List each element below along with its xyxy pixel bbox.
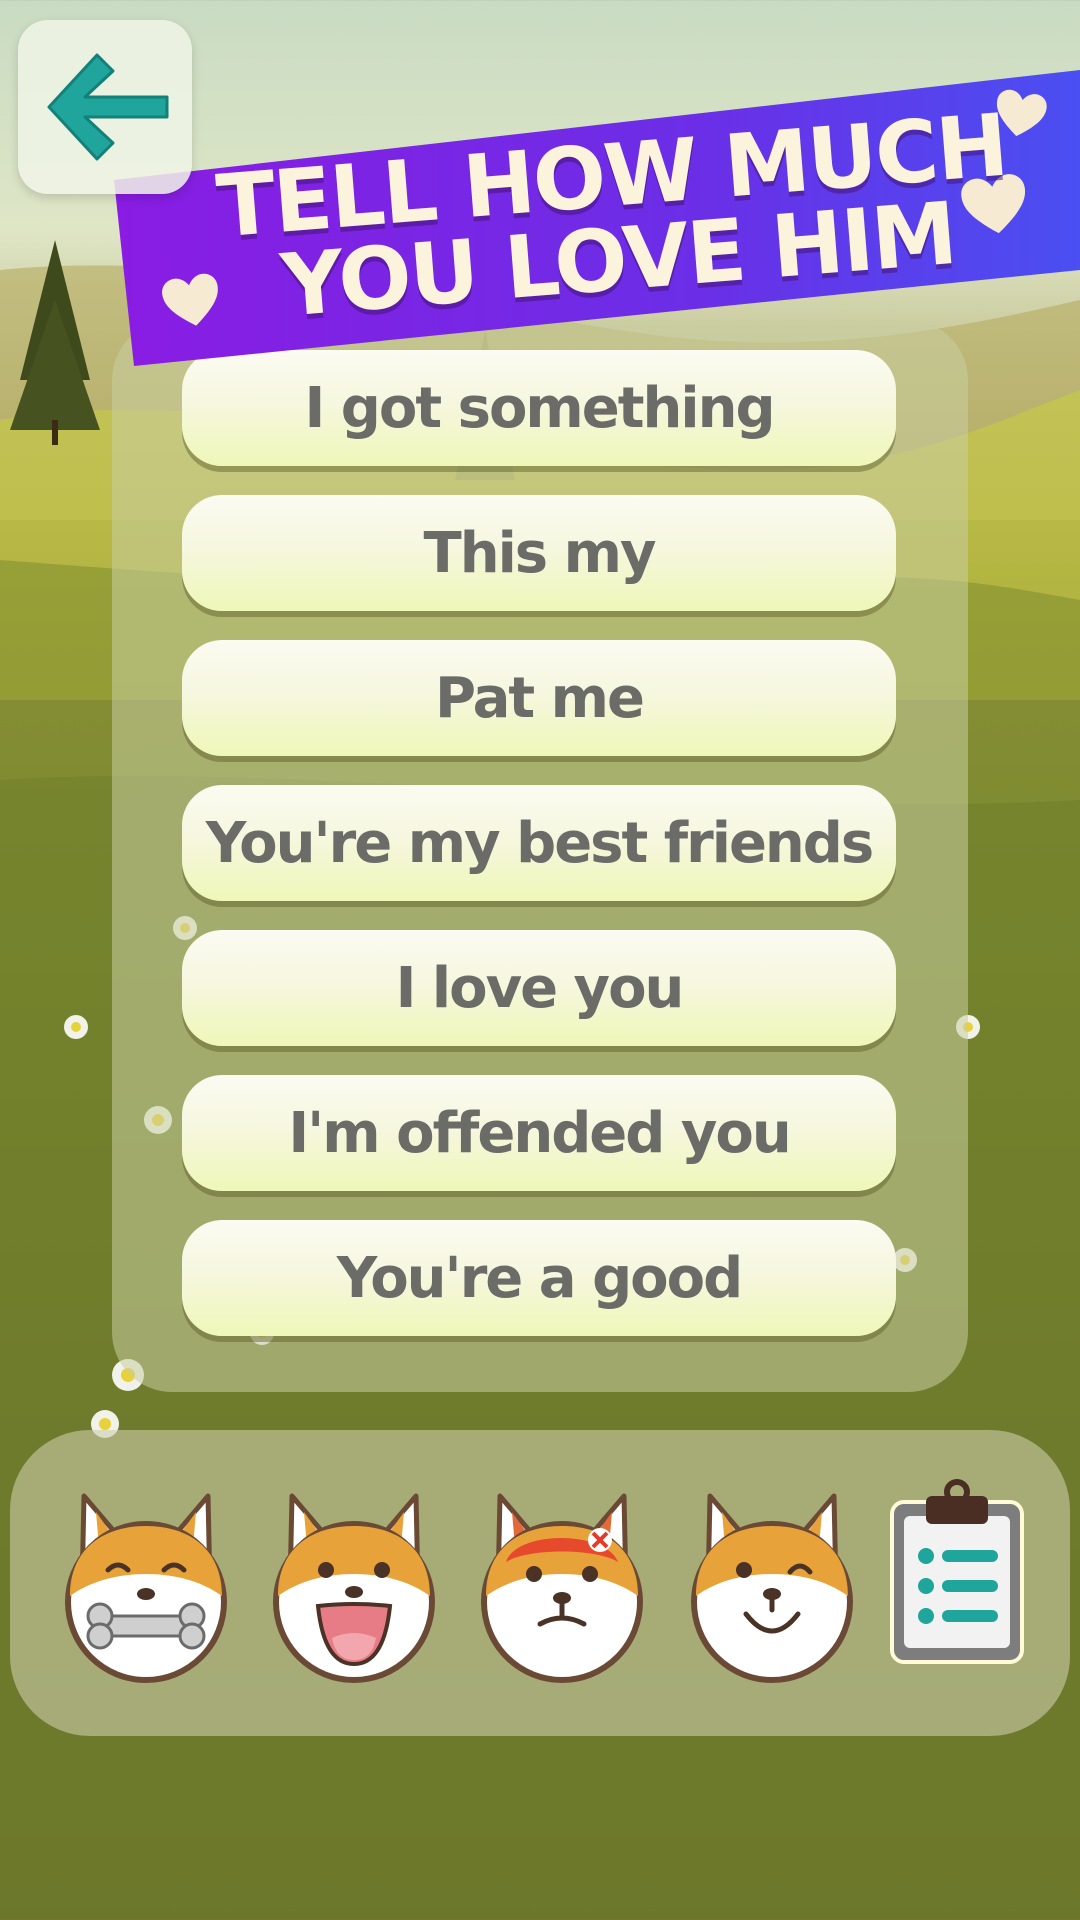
dog-happy-emoji-icon <box>273 1493 435 1683</box>
dog-happy-emoji-button[interactable] <box>268 1478 440 1688</box>
dog-wink-emoji-icon <box>691 1493 853 1683</box>
phrase-button[interactable]: This my <box>182 495 896 611</box>
phrase-button[interactable]: I'm offended you <box>182 1075 896 1191</box>
phrase-button[interactable]: You're my best friends <box>182 785 896 901</box>
dog-bone-emoji-button[interactable] <box>60 1478 232 1688</box>
dog-wink-emoji-button[interactable] <box>686 1478 858 1688</box>
clipboard-list-icon <box>890 1479 1024 1664</box>
dog-angry-emoji-button[interactable] <box>476 1478 648 1688</box>
phrase-list-button[interactable] <box>888 1478 1026 1666</box>
arrow-left-icon <box>47 53 169 161</box>
dog-angry-emoji-icon <box>481 1493 643 1683</box>
title-banner: TELL HOW MUCH YOU LOVE HIM <box>110 70 1080 370</box>
dog-bone-emoji-icon <box>65 1493 227 1683</box>
phrase-button[interactable]: Pat me <box>182 640 896 756</box>
phrase-button[interactable]: I love you <box>182 930 896 1046</box>
phrase-button[interactable]: You're a good <box>182 1220 896 1336</box>
back-button[interactable] <box>18 20 192 194</box>
